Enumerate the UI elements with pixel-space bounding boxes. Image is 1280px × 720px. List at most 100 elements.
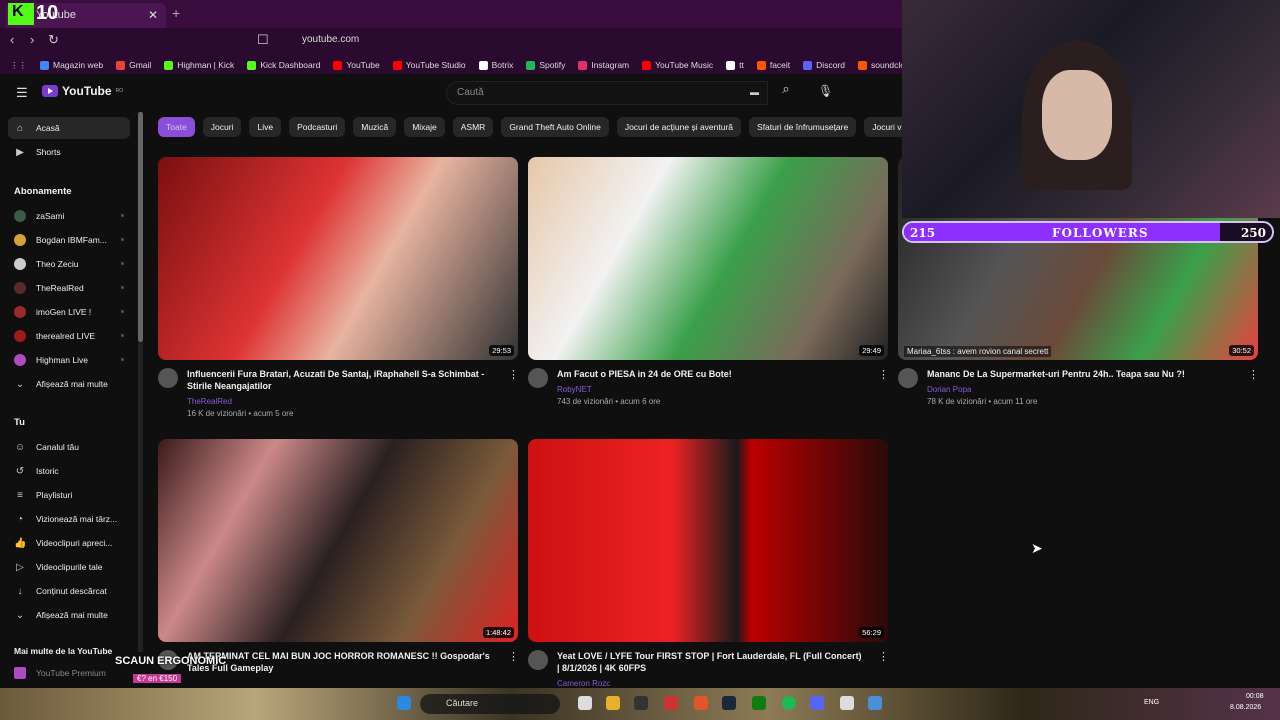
apps-icon[interactable]: ⋮⋮ bbox=[10, 56, 27, 74]
back-icon[interactable]: ‹ bbox=[10, 32, 14, 47]
bookmark-item[interactable]: Spotify bbox=[526, 56, 565, 74]
sidebar-item[interactable]: ↓ Conținut descărcat bbox=[8, 580, 130, 602]
sidebar-subscription[interactable]: TheRealRed bbox=[8, 277, 130, 299]
mic-icon[interactable]: 🎙 bbox=[818, 84, 833, 98]
video-thumbnail[interactable]: 56:29 bbox=[528, 439, 888, 642]
video-channel-name[interactable]: Dorian Popa bbox=[927, 385, 971, 394]
bookmark-icon[interactable]: ☐ bbox=[257, 32, 269, 48]
video-channel-name[interactable]: TheRealRed bbox=[187, 397, 232, 406]
sidebar-subscription[interactable]: imoGen LIVE ! bbox=[8, 301, 130, 323]
taskview-icon[interactable] bbox=[578, 696, 592, 710]
you-header[interactable]: Tu bbox=[14, 417, 25, 428]
bookmark-item[interactable]: Highman | Kick bbox=[164, 56, 234, 74]
bookmark-item[interactable]: faceit bbox=[756, 56, 790, 74]
filter-chip[interactable]: Jocuri video d bbox=[864, 117, 902, 137]
video-title[interactable]: Am Facut o PIESA in 24 de ORE cu Bote! bbox=[557, 368, 862, 380]
xbox-icon[interactable] bbox=[752, 696, 766, 710]
sidebar-item[interactable]: ◔ Vizionează mai târz... bbox=[8, 508, 130, 530]
bookmark-item[interactable]: Magazin web bbox=[40, 56, 103, 74]
video-channel-name[interactable]: Cameron Rozc bbox=[557, 679, 610, 688]
video-more-icon[interactable]: ⋮ bbox=[508, 368, 519, 381]
bookmark-item[interactable]: Kick Dashboard bbox=[247, 56, 320, 74]
sidebar-scrollbar[interactable] bbox=[138, 112, 143, 652]
video-thumbnail[interactable]: 29:53 bbox=[158, 157, 518, 360]
filter-chip[interactable]: Grand Theft Auto Online bbox=[501, 117, 609, 137]
sidebar-item[interactable]: ☺ Canalul tău bbox=[8, 436, 130, 458]
keyboard-icon[interactable]: ▬ bbox=[750, 87, 759, 97]
bookmark-item[interactable]: soundcloud.com/ bbox=[857, 56, 902, 74]
video-thumbnail[interactable]: 1:48:42 bbox=[158, 439, 518, 642]
sidebar-item[interactable]: ▶ Shorts bbox=[8, 141, 130, 163]
sidebar-subscription[interactable]: zaSami bbox=[8, 205, 130, 227]
sidebar-item[interactable]: ▷ Videoclipurile tale bbox=[8, 556, 130, 578]
filter-chip[interactable]: Muzică bbox=[353, 117, 397, 137]
sidebar-item[interactable]: ⌂ Acasă bbox=[8, 117, 130, 139]
video-title[interactable]: AM TERMINAT CEL MAI BUN JOC HORROR ROMAN… bbox=[187, 650, 492, 674]
app2-icon[interactable] bbox=[868, 696, 882, 710]
sidebar-item[interactable]: ≡ Playlisturi bbox=[8, 484, 130, 506]
filter-chip[interactable]: Mixaje bbox=[404, 117, 445, 137]
filter-chip[interactable]: Jocuri bbox=[202, 117, 242, 137]
filter-chip[interactable]: ASMR bbox=[452, 117, 494, 137]
obs-icon[interactable] bbox=[634, 696, 648, 710]
youtube-logo[interactable]: YouTube RO bbox=[42, 84, 123, 98]
search-button[interactable]: ⌕ bbox=[771, 81, 801, 105]
sidebar-item[interactable]: 👍 Videoclipuri apreci... bbox=[8, 532, 130, 554]
video-more-icon[interactable]: ⋮ bbox=[508, 650, 519, 663]
video-more-icon[interactable]: ⋮ bbox=[1248, 368, 1259, 381]
language-indicator[interactable]: ENG bbox=[1144, 699, 1159, 706]
bookmark-item[interactable]: Gmail bbox=[116, 56, 151, 74]
discord-icon[interactable] bbox=[810, 696, 824, 710]
close-tab-icon[interactable]: ✕ bbox=[148, 8, 158, 22]
bookmark-item[interactable]: YouTube bbox=[333, 56, 380, 74]
filter-chip[interactable]: Sfaturi de înfrumusețare bbox=[749, 117, 857, 137]
menu-icon[interactable]: ☰ bbox=[16, 85, 28, 101]
reload-icon[interactable]: ↻ bbox=[48, 32, 59, 48]
video-more-icon[interactable]: ⋮ bbox=[878, 368, 889, 381]
bookmark-item[interactable]: tt bbox=[726, 56, 744, 74]
search-input[interactable]: Caută ▬ bbox=[446, 81, 768, 105]
new-tab-icon[interactable]: + bbox=[172, 5, 180, 21]
filter-chip[interactable]: Live bbox=[249, 117, 282, 137]
sidebar-subscription[interactable]: therealred LIVE bbox=[8, 325, 130, 347]
sidebar-subscription[interactable]: Bogdan IBMFam... bbox=[8, 229, 130, 251]
filter-chip[interactable]: Toate bbox=[158, 117, 195, 137]
sidebar-subscription[interactable]: Highman Live bbox=[8, 349, 130, 371]
address-bar[interactable]: youtube.com bbox=[272, 31, 902, 50]
video-more-icon[interactable]: ⋮ bbox=[878, 650, 889, 663]
spotify-icon[interactable] bbox=[782, 696, 796, 710]
video-thumbnail[interactable]: 29:49 bbox=[528, 157, 888, 360]
brave-icon[interactable] bbox=[694, 696, 708, 710]
bookmark-item[interactable]: Instagram bbox=[578, 56, 629, 74]
app-icon[interactable] bbox=[664, 696, 678, 710]
clock-date[interactable]: 8.08.2026 bbox=[1230, 704, 1261, 711]
subscriptions-header[interactable]: Abonamente bbox=[14, 186, 72, 197]
video-title[interactable]: Mananc De La Supermarket-uri Pentru 24h.… bbox=[927, 368, 1232, 380]
channel-avatar[interactable] bbox=[158, 368, 178, 388]
sidebar-item-premium[interactable]: YouTube Premium bbox=[8, 662, 130, 684]
video-channel-name[interactable]: RobyNET bbox=[557, 385, 592, 394]
bookmark-item[interactable]: Botrix bbox=[478, 56, 513, 74]
forward-icon[interactable]: › bbox=[30, 32, 34, 47]
channel-avatar[interactable] bbox=[528, 650, 548, 670]
taskbar-search[interactable]: Căutare bbox=[420, 694, 560, 714]
bookmark-label: YouTube Studio bbox=[405, 60, 466, 70]
clock-time[interactable]: 00:08 bbox=[1246, 693, 1264, 700]
bookmark-item[interactable]: YouTube Studio bbox=[392, 56, 466, 74]
sidebar-subscription[interactable]: ⌄ Afișează mai multe bbox=[8, 373, 130, 395]
bookmark-item[interactable]: Discord bbox=[803, 56, 845, 74]
video-title[interactable]: Influencerii Fura Bratari, Acuzati De Sa… bbox=[187, 368, 492, 392]
filter-chip[interactable]: Podcasturi bbox=[289, 117, 346, 137]
channel-avatar[interactable] bbox=[528, 368, 548, 388]
steam-icon[interactable] bbox=[722, 696, 736, 710]
sidebar-item[interactable]: ↺ Istoric bbox=[8, 460, 130, 482]
explorer-icon[interactable] bbox=[606, 696, 620, 710]
filter-chip[interactable]: Jocuri de acțiune și aventură bbox=[616, 117, 742, 137]
epic-icon[interactable] bbox=[840, 696, 854, 710]
sidebar-item[interactable]: ⌄ Afișează mai multe bbox=[8, 604, 130, 626]
sidebar-subscription[interactable]: Theo Zeciu bbox=[8, 253, 130, 275]
bookmark-item[interactable]: YouTube Music bbox=[642, 56, 713, 74]
channel-avatar[interactable] bbox=[898, 368, 918, 388]
windows-start-icon[interactable] bbox=[397, 696, 411, 710]
video-title[interactable]: Yeat LOVE / LYFE Tour FIRST STOP | Fort … bbox=[557, 650, 862, 674]
